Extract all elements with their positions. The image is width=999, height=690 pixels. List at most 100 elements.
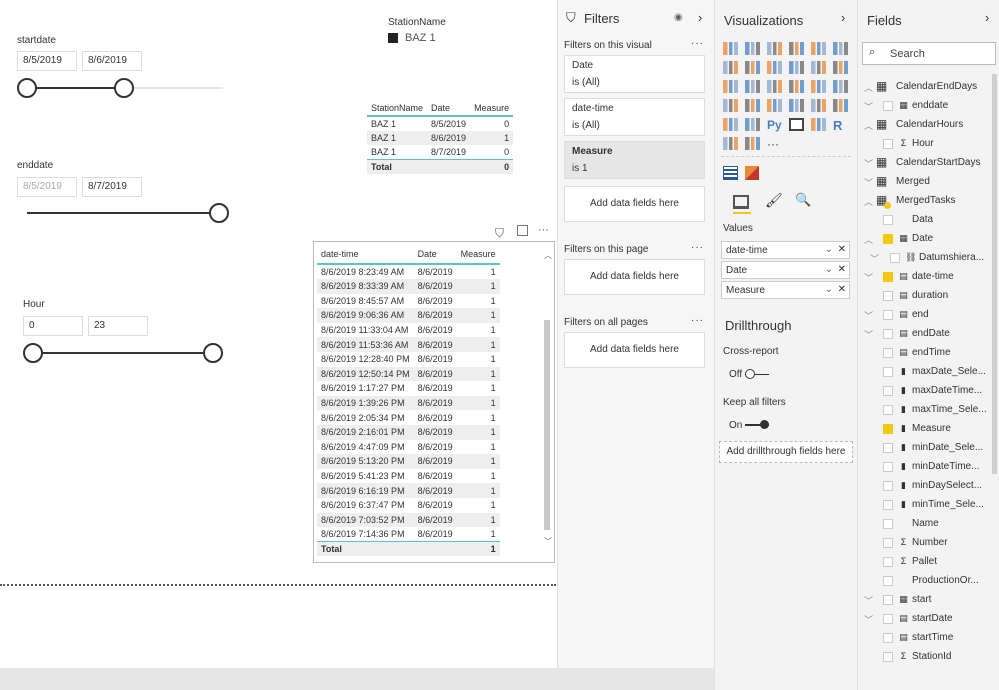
chevron-down-icon[interactable]: ﹀ bbox=[864, 271, 873, 284]
chevron-down-icon[interactable]: ﹀ bbox=[864, 613, 873, 626]
field-checkbox[interactable] bbox=[883, 576, 893, 586]
100-stacked-column-chart-icon[interactable] bbox=[833, 42, 848, 55]
field-item-stationid[interactable]: Σ StationId bbox=[858, 649, 993, 667]
matrix-icon[interactable] bbox=[811, 118, 826, 131]
enddate-to-input[interactable]: 8/7/2019 bbox=[82, 177, 142, 197]
collapse-chevron-icon[interactable]: › bbox=[841, 10, 845, 25]
field-item-duration[interactable]: ▤ duration bbox=[858, 288, 993, 306]
field-checkbox[interactable] bbox=[890, 253, 900, 263]
field-checkbox[interactable] bbox=[883, 405, 893, 415]
funnel-chart-icon[interactable] bbox=[767, 99, 782, 112]
col-header[interactable]: Measure bbox=[470, 101, 514, 117]
field-item-end[interactable]: ﹀ ▤ end bbox=[858, 307, 993, 325]
kpi-icon[interactable] bbox=[723, 118, 738, 131]
add-visual-filter-drop[interactable]: Add data fields here bbox=[564, 186, 705, 222]
line-chart-icon[interactable] bbox=[723, 61, 738, 74]
scroll-up-icon[interactable]: ︿ bbox=[544, 250, 552, 261]
line-column-chart-icon[interactable] bbox=[789, 61, 804, 74]
chevron-up-icon[interactable]: ︿ bbox=[864, 81, 873, 94]
field-item-data[interactable]: Data bbox=[858, 212, 993, 230]
filter-card-date-time[interactable]: date-time is (All) bbox=[564, 98, 705, 136]
stacked-bar-chart-icon[interactable] bbox=[723, 42, 738, 55]
field-item-calendarenddays[interactable]: ︿ ▦ CalendarEndDays bbox=[858, 79, 993, 97]
search-input[interactable]: Search bbox=[890, 48, 925, 60]
field-item-productionor[interactable]: ProductionOr... bbox=[858, 573, 993, 591]
enddate-slider-fill[interactable] bbox=[27, 212, 219, 214]
focus-mode-icon[interactable] bbox=[517, 225, 528, 236]
hour-from-input[interactable]: 0 bbox=[23, 316, 83, 336]
remove-x-icon[interactable]: ✕ bbox=[838, 284, 846, 295]
field-checkbox[interactable] bbox=[883, 614, 893, 624]
enddate-from-input[interactable]: 8/5/2019 bbox=[17, 177, 77, 197]
field-checkbox[interactable] bbox=[883, 519, 893, 529]
clustered-column-chart-icon[interactable] bbox=[789, 42, 804, 55]
pie-chart-icon[interactable] bbox=[767, 80, 782, 93]
gauge-icon[interactable] bbox=[789, 99, 804, 112]
remove-x-icon[interactable]: ✕ bbox=[838, 264, 846, 275]
field-item-mindatetime[interactable]: ▮ minDateTime... bbox=[858, 459, 993, 477]
scatter-chart-icon[interactable] bbox=[745, 80, 760, 93]
field-item-enddate[interactable]: ﹀ ▦ enddate bbox=[858, 98, 993, 116]
field-checkbox[interactable] bbox=[883, 538, 893, 548]
add-drillthrough-drop[interactable]: Add drillthrough fields here bbox=[719, 441, 853, 463]
chevron-down-icon[interactable]: ﹀ bbox=[864, 328, 873, 341]
startdate-slider-handle-start[interactable] bbox=[17, 78, 37, 98]
chevron-down-icon[interactable]: ﹀ bbox=[864, 594, 873, 607]
eye-icon[interactable]: ◉ bbox=[674, 12, 683, 23]
field-item-merged[interactable]: ﹀ ▦ Merged bbox=[858, 174, 993, 192]
field-checkbox[interactable] bbox=[883, 633, 893, 643]
area-chart-icon[interactable] bbox=[745, 61, 760, 74]
waterfall-chart-icon[interactable] bbox=[723, 80, 738, 93]
stacked-column-chart-icon[interactable] bbox=[745, 42, 760, 55]
collapse-chevron-icon[interactable]: › bbox=[985, 10, 989, 25]
field-item-mindate-sele[interactable]: ▮ minDate_Sele... bbox=[858, 440, 993, 458]
filter-card-date[interactable]: Date is (All) bbox=[564, 55, 705, 93]
remove-x-icon[interactable]: ✕ bbox=[838, 244, 846, 255]
field-item-endtime[interactable]: ▤ endTime bbox=[858, 345, 993, 363]
col-header[interactable]: Date bbox=[413, 244, 457, 265]
hour-slider-fill[interactable] bbox=[33, 352, 213, 354]
stacked-area-chart-icon[interactable] bbox=[767, 61, 782, 74]
treemap-icon[interactable] bbox=[811, 80, 826, 93]
multi-row-card-icon[interactable] bbox=[833, 99, 848, 112]
field-item-date-time[interactable]: ﹀ ▤ date-time bbox=[858, 269, 993, 287]
col-header[interactable]: Date bbox=[427, 101, 471, 117]
field-checkbox[interactable] bbox=[883, 595, 893, 605]
filter-card-measure[interactable]: Measure is 1 bbox=[564, 141, 705, 179]
field-item-date[interactable]: ︿ ▦ Date bbox=[858, 231, 993, 249]
field-item-starttime[interactable]: ▤ startTime bbox=[858, 630, 993, 648]
field-item-measure[interactable]: ▮ Measure bbox=[858, 421, 993, 439]
field-checkbox[interactable] bbox=[883, 500, 893, 510]
col-header[interactable]: Measure bbox=[456, 244, 500, 265]
field-checkbox[interactable] bbox=[883, 367, 893, 377]
field-checkbox[interactable] bbox=[883, 291, 893, 301]
shape-map-icon[interactable] bbox=[745, 99, 760, 112]
more-options-icon[interactable]: ··· bbox=[538, 224, 549, 236]
chevron-up-icon[interactable]: ︿ bbox=[864, 233, 873, 246]
scrollbar-thumb[interactable] bbox=[544, 320, 550, 530]
chevron-down-icon[interactable]: ⌄ bbox=[825, 284, 833, 295]
field-checkbox[interactable] bbox=[883, 139, 893, 149]
more-options-icon[interactable]: ··· bbox=[691, 315, 704, 326]
legend-item[interactable]: BAZ 1 bbox=[405, 32, 436, 44]
value-well-date-time[interactable]: date-time ⌄ ✕ bbox=[721, 241, 850, 259]
startdate-to-input[interactable]: 8/6/2019 bbox=[82, 51, 142, 71]
chevron-down-icon[interactable]: ﹀ bbox=[864, 100, 873, 113]
field-item-startdate[interactable]: ﹀ ▤ startDate bbox=[858, 611, 993, 629]
field-item-number[interactable]: Σ Number bbox=[858, 535, 993, 553]
field-item-mintime-sele[interactable]: ▮ minTime_Sele... bbox=[858, 497, 993, 515]
map-icon[interactable] bbox=[833, 80, 848, 93]
field-item-maxtime-sele[interactable]: ▮ maxTime_Sele... bbox=[858, 402, 993, 420]
field-checkbox[interactable] bbox=[883, 424, 893, 434]
field-item-calendarstartdays[interactable]: ﹀ ▦ CalendarStartDays bbox=[858, 155, 993, 173]
line-clustered-column-chart-icon[interactable] bbox=[811, 61, 826, 74]
field-checkbox[interactable] bbox=[883, 386, 893, 396]
field-item-maxdate-sele[interactable]: ▮ maxDate_Sele... bbox=[858, 364, 993, 382]
field-checkbox[interactable] bbox=[883, 101, 893, 111]
more-visuals-icon[interactable]: ··· bbox=[767, 137, 782, 151]
python-visual-icon[interactable]: Py bbox=[767, 118, 782, 132]
chevron-down-icon[interactable]: ⌄ bbox=[825, 244, 833, 255]
field-checkbox[interactable] bbox=[883, 462, 893, 472]
chevron-down-icon[interactable]: ﹀ bbox=[870, 252, 879, 265]
hour-slider-handle-start[interactable] bbox=[23, 343, 43, 363]
